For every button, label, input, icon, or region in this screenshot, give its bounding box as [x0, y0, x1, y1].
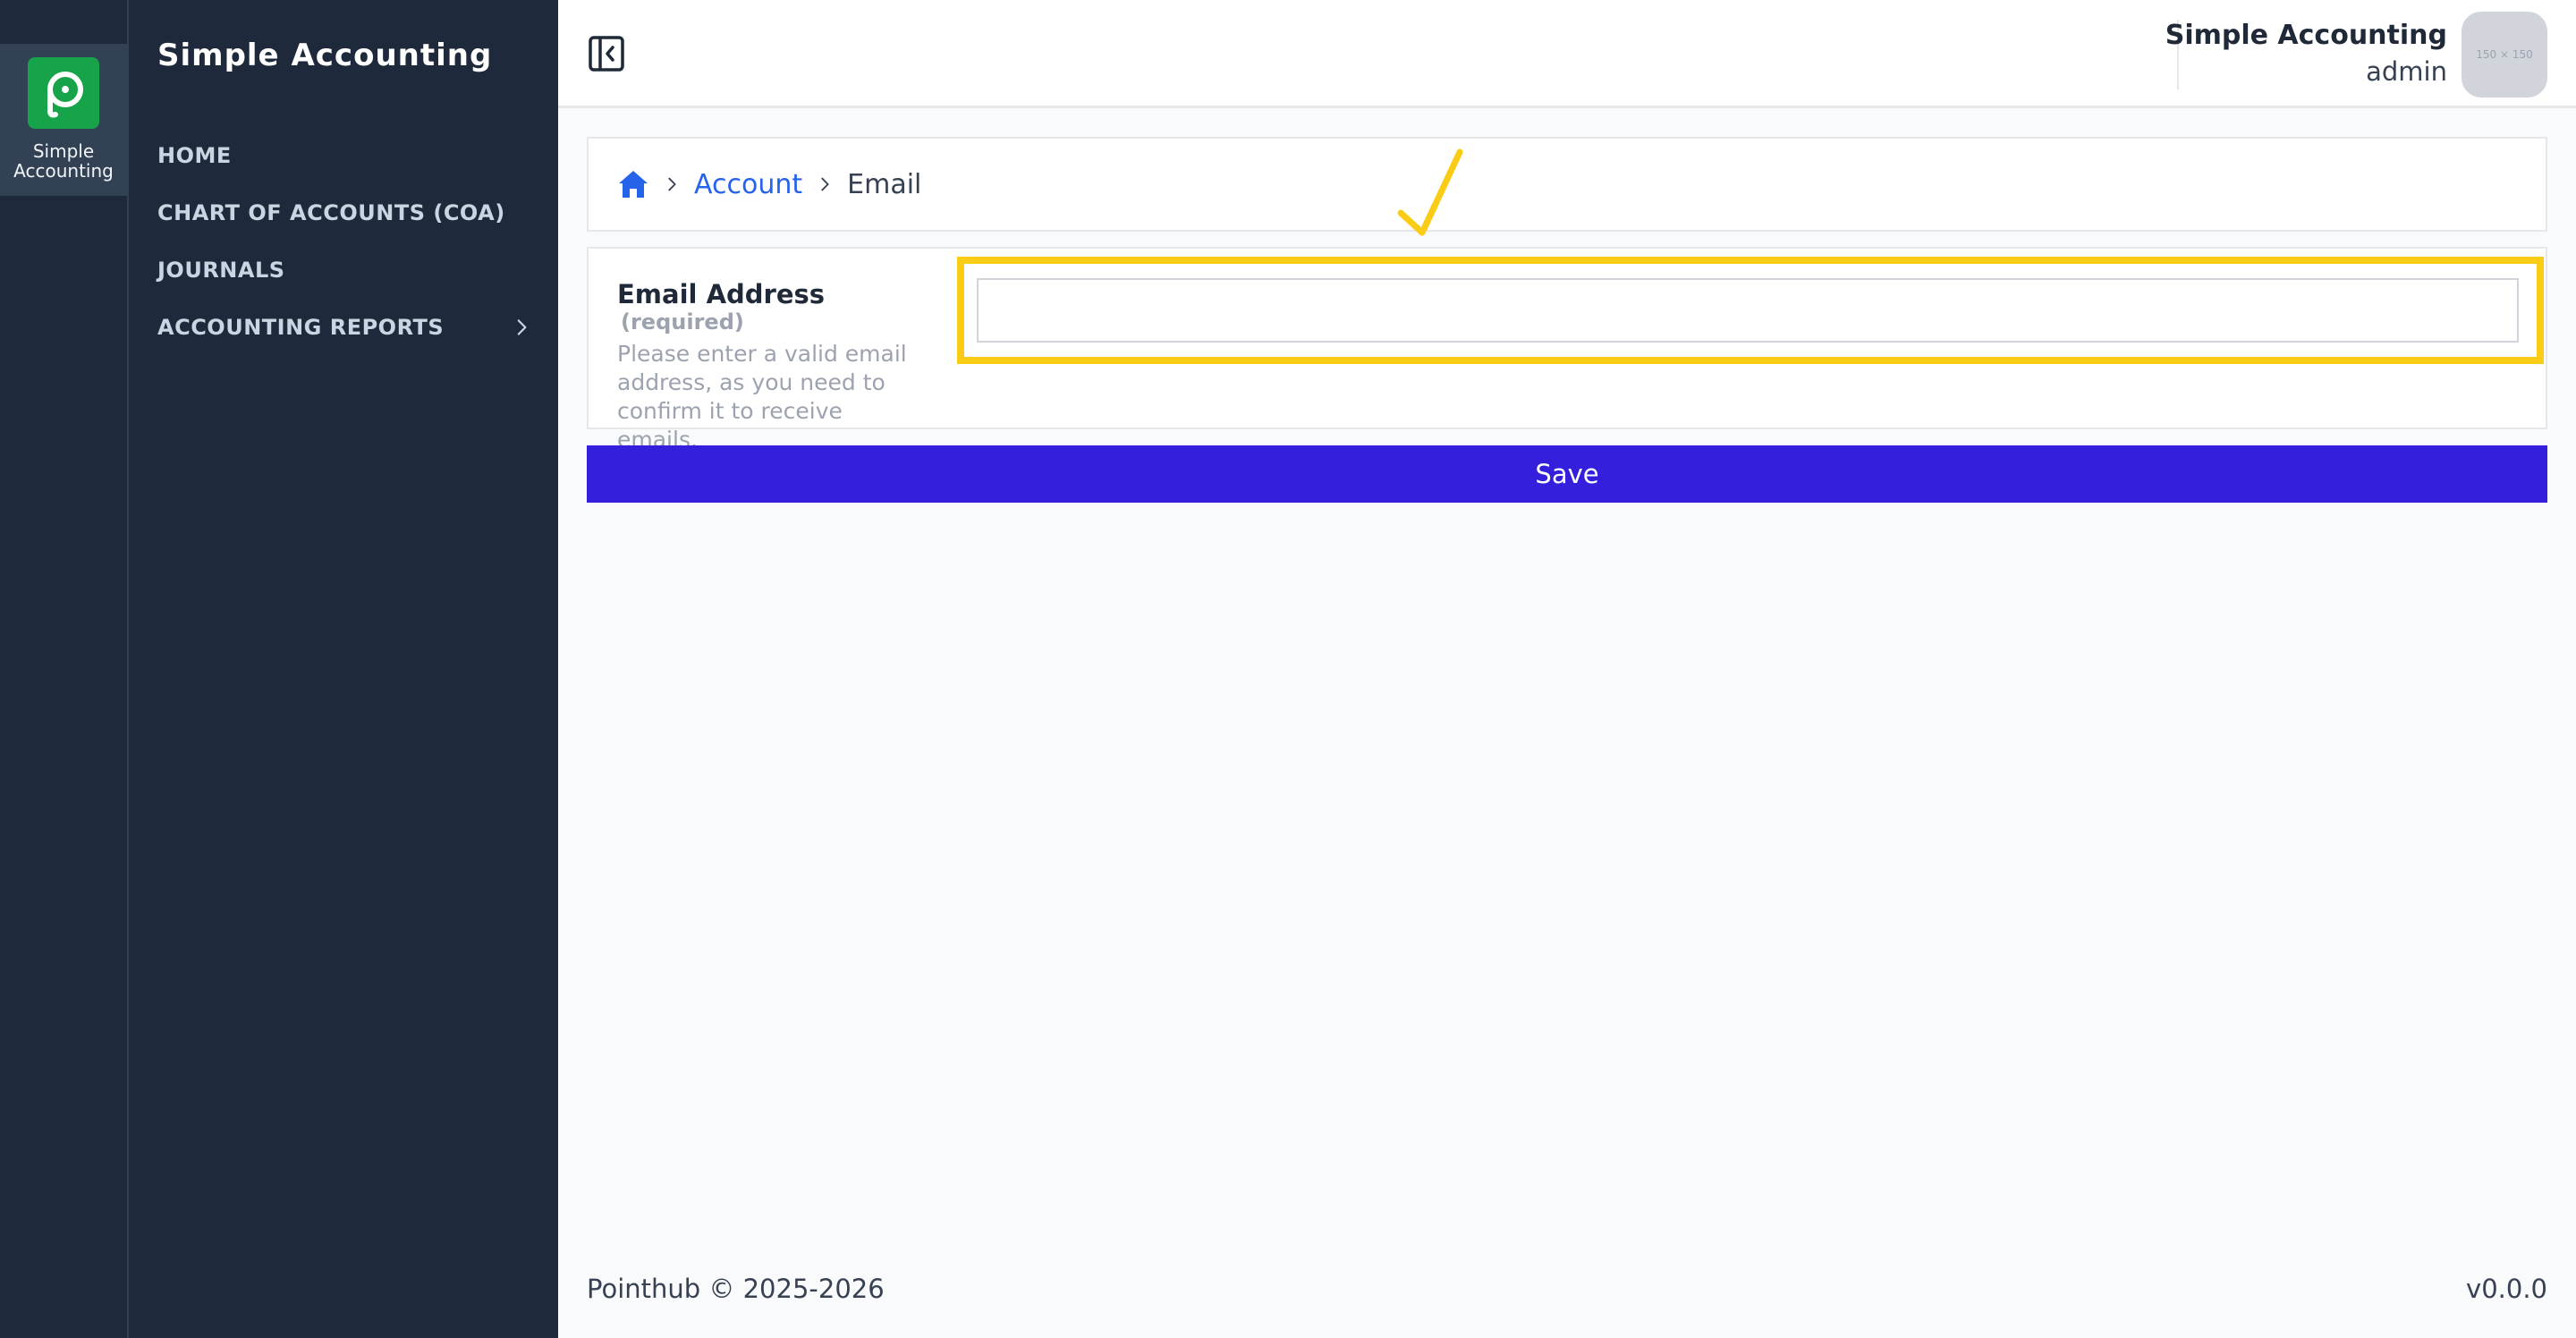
app-root: Simple Accounting Simple Accounting HOME…: [0, 0, 2576, 1338]
sidebar-item-journals[interactable]: JOURNALS: [157, 241, 533, 299]
app-rail: Simple Accounting: [0, 0, 129, 1338]
chevron-right-icon: [668, 177, 676, 191]
breadcrumb-link-account[interactable]: Account: [694, 169, 802, 200]
collapse-sidebar-button[interactable]: [587, 34, 626, 73]
main-content: Simple Accounting admin 150 × 150 Accoun…: [558, 0, 2576, 1338]
app-logo-icon: [28, 57, 99, 129]
email-field-label: Email Address: [617, 279, 826, 309]
save-button[interactable]: Save: [587, 445, 2547, 503]
sidebar-item-label: ACCOUNTING REPORTS: [157, 315, 445, 340]
avatar[interactable]: 150 × 150: [2462, 12, 2547, 97]
sidebar-item-label: JOURNALS: [157, 258, 285, 283]
collapse-sidebar-icon: [589, 36, 624, 72]
footer-copyright: Pointhub © 2025-2026: [587, 1274, 885, 1304]
breadcrumb: Account Email: [587, 137, 2547, 232]
home-icon[interactable]: [617, 169, 649, 199]
user-menu[interactable]: Simple Accounting admin: [2165, 18, 2447, 89]
email-field-help: Please enter a valid email address, as y…: [617, 341, 907, 453]
sidebar-nav: HOME CHART OF ACCOUNTS (COA) JOURNALS AC…: [157, 127, 533, 356]
sidebar: Simple Accounting HOME CHART OF ACCOUNTS…: [129, 0, 558, 1338]
rail-app-label: Simple Accounting: [13, 140, 114, 182]
sidebar-item-home[interactable]: HOME: [157, 127, 533, 184]
annotation-arrow-icon: [1397, 148, 1463, 236]
footer-version: v0.0.0: [2466, 1274, 2547, 1304]
required-indicator: (required): [621, 309, 744, 334]
avatar-placeholder-text: 150 × 150: [2476, 48, 2533, 61]
sidebar-item-label: CHART OF ACCOUNTS (COA): [157, 200, 505, 225]
email-field[interactable]: [977, 278, 2519, 343]
sidebar-item-accounting-reports[interactable]: ACCOUNTING REPORTS: [157, 299, 533, 356]
chevron-right-icon: [517, 319, 527, 335]
user-app-name: Simple Accounting: [2165, 20, 2447, 51]
breadcrumb-current-email: Email: [847, 168, 922, 200]
sidebar-item-chart-of-accounts[interactable]: CHART OF ACCOUNTS (COA): [157, 184, 533, 241]
email-form: Email Address (required) Please enter a …: [587, 247, 2547, 453]
email-field-label-group: Email Address (required) Please enter a …: [617, 279, 921, 454]
user-role: admin: [2366, 56, 2447, 87]
rail-app-simple-accounting[interactable]: Simple Accounting: [0, 44, 127, 196]
chevron-right-icon: [821, 177, 829, 191]
top-bar: Simple Accounting admin 150 × 150: [558, 0, 2576, 108]
sidebar-item-label: HOME: [157, 143, 232, 168]
sidebar-title: Simple Accounting: [157, 38, 493, 73]
